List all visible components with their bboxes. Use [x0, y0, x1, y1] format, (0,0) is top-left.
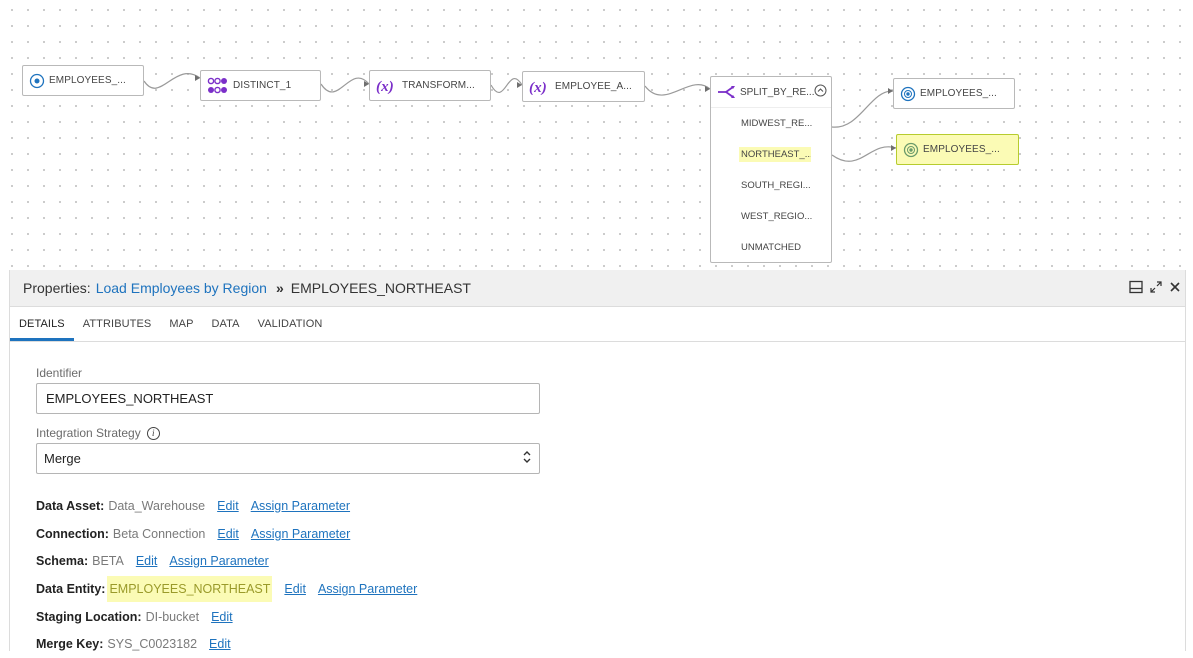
collapse-icon[interactable] — [814, 84, 827, 100]
node-split[interactable]: SPLIT_BY_RE... MIDWEST_RE... NORTHEAST_.… — [710, 76, 832, 263]
node-split-label: SPLIT_BY_RE... — [740, 86, 815, 98]
identifier-value: EMPLOYEES_NORTHEAST — [46, 391, 214, 406]
breadcrumb-separator: » — [275, 280, 284, 296]
edit-schema-link[interactable]: Edit — [136, 554, 158, 568]
properties-panel: Properties: Load Employees by Region » E… — [9, 270, 1186, 651]
property-data-asset: Data Asset: Data_Warehouse Edit Assign P… — [36, 492, 1185, 520]
edge-source-distinct — [143, 73, 201, 89]
node-target-1[interactable]: EMPLOYEES_... — [893, 78, 1015, 109]
property-key: Merge Key: — [36, 637, 104, 652]
identifier-input[interactable]: EMPLOYEES_NORTHEAST — [36, 383, 540, 414]
expand-icon[interactable] — [1149, 280, 1163, 297]
node-transform[interactable]: (x) TRANSFORM... — [369, 70, 491, 101]
integration-strategy-label: Integration Strategy i — [36, 426, 1185, 440]
property-schema: Schema: BETA Edit Assign Parameter — [36, 547, 1185, 575]
tab-map[interactable]: MAP — [160, 307, 202, 341]
panel-tabs: DETAILS ATTRIBUTES MAP DATA VALIDATION — [10, 307, 1185, 342]
expression-icon: (x) — [529, 79, 551, 95]
node-target-2-label: EMPLOYEES_... — [923, 144, 1000, 155]
property-value: Data_Warehouse — [108, 498, 206, 513]
split-output-midwest[interactable]: MIDWEST_RE... — [739, 116, 814, 131]
edit-data-asset-link[interactable]: Edit — [217, 499, 239, 513]
source-target-icon — [900, 86, 916, 102]
tab-attributes[interactable]: ATTRIBUTES — [74, 307, 161, 341]
expression-icon: (x) — [376, 78, 398, 94]
edit-data-entity-link[interactable]: Edit — [284, 582, 306, 596]
split-output-unmatched[interactable]: UNMATCHED — [739, 240, 803, 255]
property-merge-key: Merge Key: SYS_C0023182 Edit — [36, 630, 1185, 658]
panel-title-prefix: Properties: — [23, 280, 91, 296]
split-output-south[interactable]: SOUTH_REGI... — [739, 178, 813, 193]
property-key: Connection: — [36, 526, 109, 541]
property-value: DI-bucket — [145, 609, 200, 624]
property-key: Data Entity: — [36, 581, 106, 596]
edit-merge-key-link[interactable]: Edit — [209, 637, 231, 651]
node-source[interactable]: EMPLOYEES_... — [22, 65, 144, 96]
tab-details[interactable]: DETAILS — [10, 307, 74, 341]
split-output-west[interactable]: WEST_REGIO... — [739, 209, 814, 224]
select-arrows-icon — [522, 450, 532, 467]
info-icon[interactable]: i — [146, 426, 160, 440]
split-icon — [717, 84, 737, 100]
property-value: Beta Connection — [112, 526, 206, 541]
details-content: Identifier EMPLOYEES_NORTHEAST Integrati… — [10, 342, 1185, 658]
property-key: Schema: — [36, 554, 89, 569]
edge-midwest-target1 — [831, 90, 894, 128]
close-icon[interactable] — [1169, 280, 1181, 296]
dock-icon[interactable] — [1129, 280, 1143, 297]
node-employee-a[interactable]: (x) EMPLOYEE_A... — [522, 71, 645, 102]
edge-employee-split — [644, 84, 711, 96]
node-distinct[interactable]: DISTINCT_1 — [200, 70, 321, 101]
property-key: Staging Location: — [36, 609, 142, 624]
identifier-label: Identifier — [36, 366, 1185, 380]
distinct-icon — [207, 77, 229, 95]
node-target-2[interactable]: EMPLOYEES_... — [896, 134, 1019, 165]
assign-parameter-data-asset-link[interactable]: Assign Parameter — [251, 499, 350, 513]
edge-distinct-transform — [320, 77, 370, 93]
svg-text:(x): (x) — [376, 79, 394, 94]
integration-strategy-label-text: Integration Strategy — [36, 426, 141, 440]
integration-strategy-select[interactable]: Merge — [36, 443, 540, 474]
property-value: SYS_C0023182 — [107, 637, 198, 652]
integration-strategy-value: Merge — [44, 451, 81, 466]
assign-parameter-data-entity-link[interactable]: Assign Parameter — [318, 582, 417, 596]
split-output-northeast[interactable]: NORTHEAST_... — [739, 147, 811, 162]
tab-validation[interactable]: VALIDATION — [249, 307, 332, 341]
node-source-label: EMPLOYEES_... — [49, 75, 126, 86]
panel-tools — [1129, 280, 1185, 297]
property-key: Data Asset: — [36, 498, 105, 513]
node-transform-label: TRANSFORM... — [402, 80, 475, 91]
panel-title-current: EMPLOYEES_NORTHEAST — [290, 280, 471, 296]
property-staging-location: Staging Location: DI-bucket Edit — [36, 603, 1185, 631]
source-target-icon — [903, 142, 919, 158]
assign-parameter-connection-link[interactable]: Assign Parameter — [251, 527, 350, 541]
dataflow-link[interactable]: Load Employees by Region — [96, 280, 267, 296]
edit-connection-link[interactable]: Edit — [217, 527, 239, 541]
dataflow-canvas[interactable]: EMPLOYEES_... DISTINCT_1 (x) TRANSFORM..… — [0, 0, 1193, 270]
property-value: EMPLOYEES_NORTHEAST — [107, 575, 273, 602]
property-data-entity: Data Entity: EMPLOYEES_NORTHEAST Edit As… — [36, 575, 1185, 603]
node-employee-a-label: EMPLOYEE_A... — [555, 81, 632, 92]
property-value: BETA — [92, 554, 124, 569]
property-connection: Connection: Beta Connection Edit Assign … — [36, 520, 1185, 548]
tab-data[interactable]: DATA — [203, 307, 249, 341]
edit-staging-location-link[interactable]: Edit — [211, 610, 233, 624]
panel-header: Properties: Load Employees by Region » E… — [10, 270, 1185, 307]
svg-text:(x): (x) — [529, 80, 547, 95]
node-distinct-label: DISTINCT_1 — [233, 80, 292, 91]
node-target-1-label: EMPLOYEES_... — [920, 88, 997, 99]
split-header[interactable]: SPLIT_BY_RE... — [711, 77, 831, 108]
source-target-icon — [29, 73, 45, 89]
edge-northeast-target2 — [831, 146, 897, 162]
identifier-label-text: Identifier — [36, 366, 83, 380]
assign-parameter-schema-link[interactable]: Assign Parameter — [169, 554, 268, 568]
